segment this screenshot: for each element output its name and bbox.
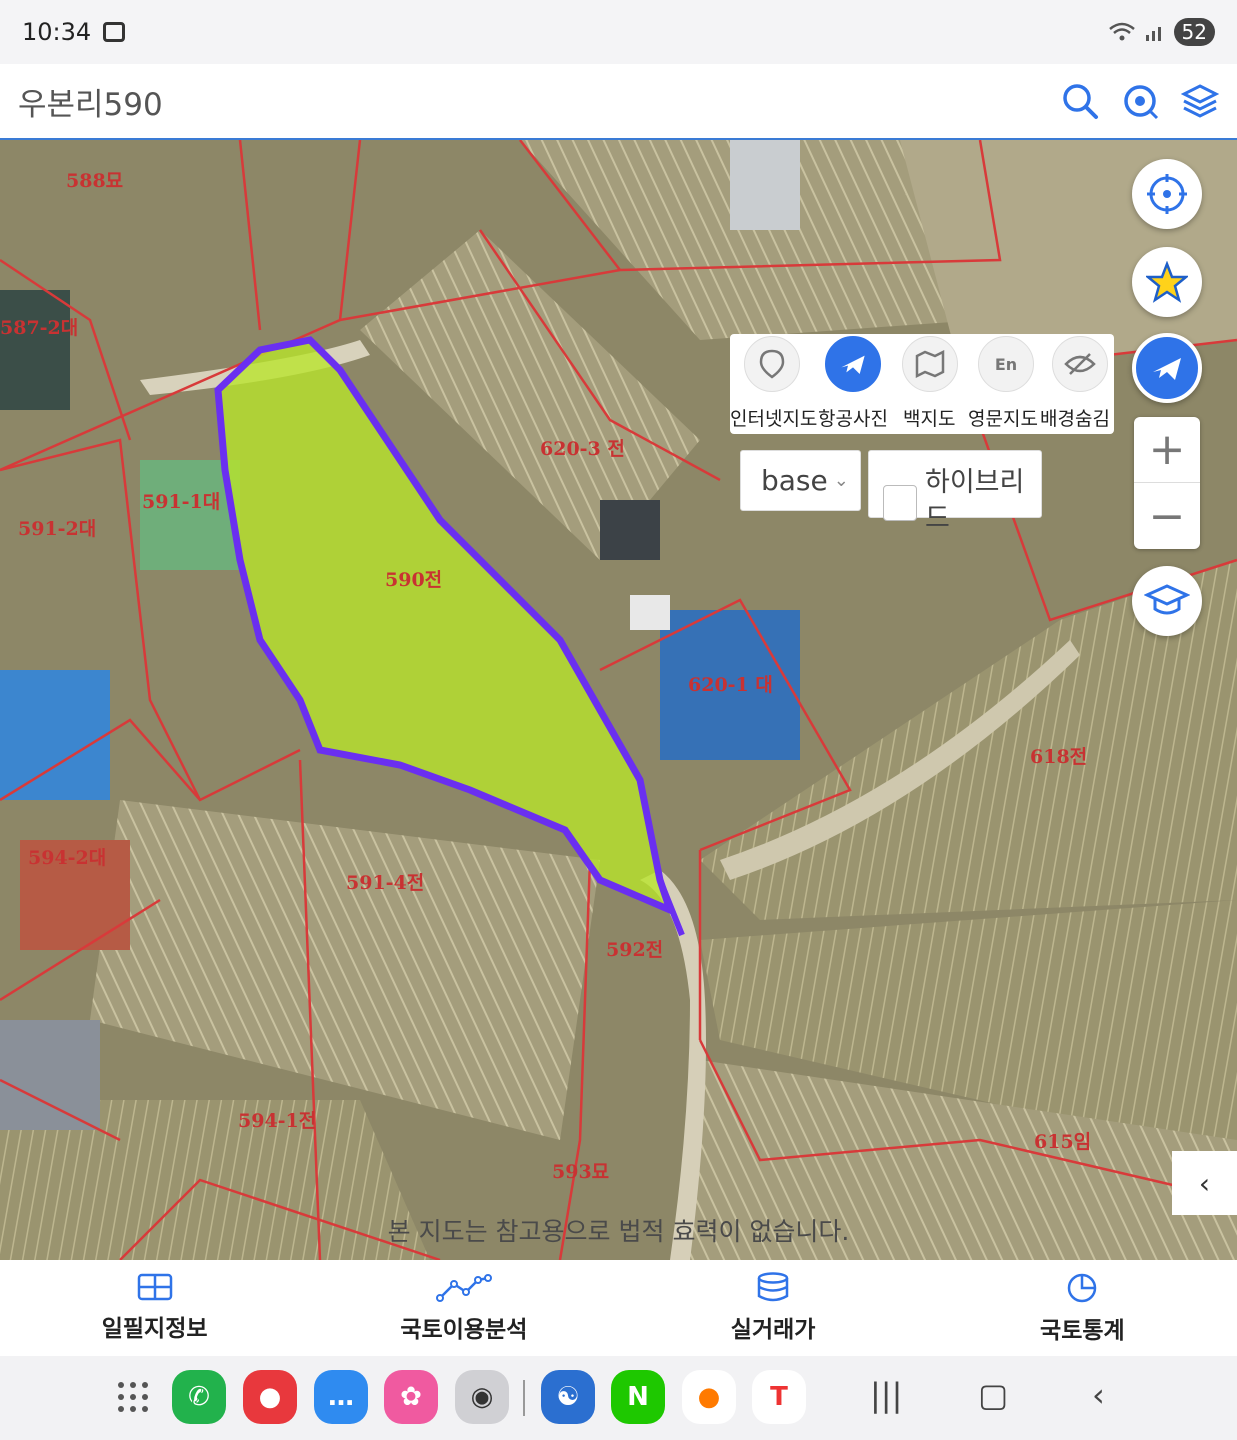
analysis-line-icon: [435, 1274, 492, 1302]
crosshair-icon: [1147, 174, 1187, 214]
parcel-label: 592전: [606, 939, 664, 961]
wifi-icon: [1108, 22, 1135, 41]
screenshot-icon: [103, 22, 126, 42]
star-icon: [1146, 261, 1188, 303]
app-header: 우본리590: [0, 64, 1237, 140]
parcel-label: 591-2대: [18, 518, 97, 540]
parcel-label: 587-2대: [0, 317, 79, 339]
zoom-out-button[interactable]: −: [1134, 483, 1200, 549]
map-pin-icon: [744, 336, 800, 392]
page-title: 우본리590: [18, 86, 163, 123]
maptype-label: 항공사진: [818, 408, 888, 430]
parcel-label: 620-3 전: [540, 438, 625, 460]
system-dock: ✆ ● … ✿ ◉ ☯ N ● T ||| ▢ ‹: [0, 1356, 1237, 1440]
education-button[interactable]: [1132, 566, 1202, 636]
nav-land-statistics[interactable]: 국토통계: [928, 1260, 1237, 1356]
t-app-icon[interactable]: T: [752, 1370, 806, 1424]
parcel-label: 618전: [1030, 746, 1088, 768]
base-layer-select[interactable]: base ⌄: [740, 450, 861, 511]
aerial-mode-button[interactable]: [1132, 333, 1202, 403]
map-type-panel: 인터넷지도 항공사진 백지도 En 영문지도 배경숨김: [730, 334, 1114, 434]
hybrid-label: 하이브리드: [925, 467, 1025, 534]
maptype-internet[interactable]: 인터넷지도: [730, 334, 817, 430]
chevron-left-icon: ‹: [1198, 1166, 1211, 1200]
nav-label: 일필지정보: [101, 1316, 208, 1342]
carrot-app-icon[interactable]: ●: [682, 1370, 736, 1424]
maptype-english[interactable]: En 영문지도: [968, 334, 1044, 430]
database-icon: [757, 1272, 789, 1302]
signal-icon: [1145, 27, 1161, 41]
contacts-app-icon[interactable]: ●: [243, 1370, 297, 1424]
bottom-nav: 일필지정보 국토이용분석 실거래가 국토통계: [0, 1260, 1237, 1356]
nav-label: 실거래가: [730, 1317, 816, 1343]
base-layer-value: base: [761, 464, 828, 497]
pie-chart-icon: [1068, 1273, 1097, 1303]
back-icon[interactable]: ‹: [1092, 1376, 1105, 1414]
graduation-cap-icon: [1144, 584, 1190, 615]
favorite-button[interactable]: [1132, 247, 1202, 317]
maptype-label: 영문지도: [968, 408, 1038, 430]
parcel-label: 594-1전: [238, 1110, 317, 1132]
korea-land-app-icon[interactable]: ☯: [541, 1370, 595, 1424]
parcel-label: 620-1 대: [688, 674, 773, 696]
side-panel-toggle[interactable]: ‹: [1172, 1151, 1237, 1215]
maptype-hide-background[interactable]: 배경숨김: [1040, 334, 1118, 430]
parcel-label: 591-4전: [346, 872, 425, 894]
maptype-label: 백지도: [903, 408, 956, 430]
maptype-label: 배경숨김: [1040, 408, 1110, 430]
battery-badge: 52: [1173, 18, 1215, 46]
parcel-grid-icon: [137, 1273, 172, 1301]
app-drawer-icon[interactable]: [106, 1370, 160, 1424]
maptype-blank[interactable]: 백지도: [892, 334, 968, 430]
location-target-icon[interactable]: [1121, 82, 1159, 120]
airplane-icon: [825, 336, 881, 392]
blank-map-icon: [902, 336, 958, 392]
hybrid-toggle[interactable]: 하이브리드: [868, 450, 1042, 534]
gallery-app-icon[interactable]: ✿: [384, 1370, 438, 1424]
chevron-down-icon: ⌄: [833, 470, 849, 491]
phone-app-icon[interactable]: ✆: [172, 1370, 226, 1424]
home-icon[interactable]: ▢: [978, 1376, 1008, 1414]
search-icon[interactable]: [1061, 82, 1099, 120]
zoom-control: + −: [1134, 417, 1200, 549]
nav-label: 국토이용분석: [400, 1317, 528, 1343]
parcel-label: 590전: [385, 569, 443, 591]
maptype-aerial[interactable]: 항공사진: [815, 334, 891, 430]
hybrid-checkbox[interactable]: [883, 485, 917, 521]
aerial-map-image: [0, 140, 1237, 1260]
nav-land-analysis[interactable]: 국토이용분석: [309, 1260, 618, 1356]
dock-divider: [523, 1380, 525, 1416]
parcel-label: 591-1대: [142, 491, 221, 513]
parcel-label: 594-2대: [28, 847, 107, 869]
maptype-label: 인터넷지도: [730, 408, 818, 430]
english-map-icon: En: [978, 336, 1034, 392]
map-view[interactable]: 588묘 587-2대 591-1대 591-2대 590전 620-3 전 6…: [0, 140, 1237, 1260]
map-disclaimer: 본 지도는 참고용으로 법적 효력이 없습니다.: [387, 1217, 850, 1246]
camera-app-icon[interactable]: ◉: [455, 1370, 509, 1424]
messages-app-icon[interactable]: …: [314, 1370, 368, 1424]
zoom-in-button[interactable]: +: [1134, 417, 1200, 483]
nav-parcel-info[interactable]: 일필지정보: [0, 1260, 309, 1356]
naver-app-icon[interactable]: N: [611, 1370, 665, 1424]
parcel-label: 615임: [1034, 1131, 1092, 1153]
parcel-label: 588묘: [66, 170, 124, 192]
recent-apps-icon[interactable]: |||: [870, 1376, 902, 1414]
current-location-button[interactable]: [1132, 159, 1202, 229]
nav-label: 국토통계: [1040, 1318, 1125, 1344]
status-bar: 10:34 52: [0, 0, 1237, 64]
eye-off-icon: [1052, 336, 1108, 392]
airplane-icon: [1153, 358, 1181, 380]
nav-real-transaction[interactable]: 실거래가: [619, 1260, 928, 1356]
layers-icon[interactable]: [1181, 82, 1219, 120]
status-time: 10:34: [22, 18, 92, 46]
parcel-label: 593묘: [552, 1161, 610, 1183]
